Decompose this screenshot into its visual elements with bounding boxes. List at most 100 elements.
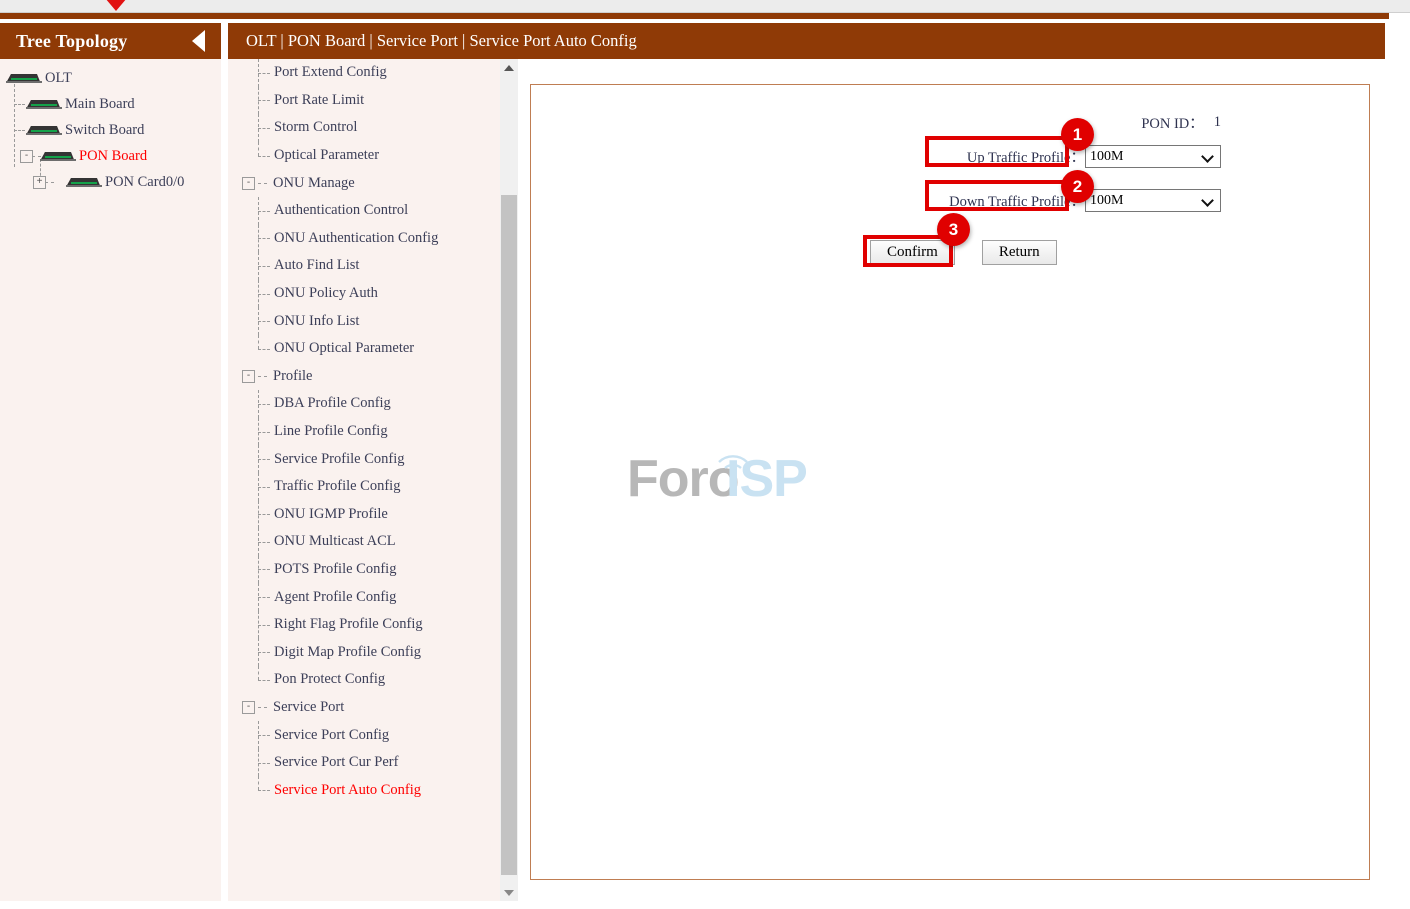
tree-node-label: OLT: [45, 69, 72, 86]
tree-connector-line: [258, 569, 270, 571]
annotation-badge-2: 2: [1061, 170, 1094, 203]
menu-item-label: Optical Parameter: [274, 147, 380, 164]
tree-topology-title: Tree Topology: [16, 30, 128, 51]
menu-item-7[interactable]: Auto Find List: [228, 252, 500, 280]
menu-item-13[interactable]: Line Profile Config: [228, 417, 500, 446]
tree-connector-line: [258, 321, 270, 323]
service-port-auto-config-form: PON ID： 1 Up Traffic Profile： 100M Down …: [530, 84, 1370, 880]
menu-item-0[interactable]: Port Extend Config: [228, 59, 500, 87]
menu-item-label: Authentication Control: [274, 202, 409, 219]
menu-item-5[interactable]: Authentication Control: [228, 196, 500, 225]
menu-item-label: Storm Control: [274, 119, 358, 136]
pon-id-row: PON ID： 1: [531, 112, 1221, 133]
menu-group-toggle[interactable]: -: [242, 700, 255, 714]
menu-item-label: ONU Policy Auth: [274, 285, 378, 302]
tree-topology-header: Tree Topology: [0, 23, 221, 59]
menu-item-label: Service Port Config: [274, 726, 390, 743]
menu-item-12[interactable]: DBA Profile Config: [228, 390, 500, 418]
menu-group-toggle[interactable]: -: [242, 369, 255, 383]
up-traffic-profile-select-wrap: 100M: [1085, 145, 1221, 168]
menu-item-26[interactable]: Service Port Auto Config: [228, 776, 500, 804]
menu-group-toggle[interactable]: -: [242, 176, 255, 190]
menu-item-17[interactable]: ONU Multicast ACL: [228, 528, 500, 556]
tree-node-olt[interactable]: OLT: [0, 65, 221, 91]
tree-connector-line: [258, 375, 267, 377]
triangle-up-icon[interactable]: [500, 59, 518, 76]
menu-item-label: DBA Profile Config: [274, 395, 391, 412]
navigation-menu-list: Port Extend Config Port Rate Limit Storm C…: [228, 59, 500, 901]
scrollbar-thumb[interactable]: [501, 195, 517, 875]
menu-group-label: Profile: [273, 367, 313, 384]
tree-node-label: Main Board: [65, 95, 135, 112]
tree-connector-line: [258, 238, 270, 240]
tree-connector-line: [258, 334, 259, 349]
menu-item-9[interactable]: ONU Info List: [228, 307, 500, 335]
menu-group-23[interactable]: - Service Port: [228, 694, 500, 722]
triangle-left-icon[interactable]: [192, 30, 205, 52]
menu-item-18[interactable]: POTS Profile Config: [228, 555, 500, 584]
menu-item-label: ONU Optical Parameter: [274, 340, 415, 357]
confirm-button[interactable]: Confirm: [870, 240, 955, 265]
device-icon: [6, 73, 42, 84]
menu-item-label: Agent Profile Config: [274, 588, 397, 605]
tree-connector-line: [258, 155, 270, 157]
menu-item-14[interactable]: Service Profile Config: [228, 445, 500, 473]
tree-node-switch-board[interactable]: Switch Board: [0, 117, 221, 143]
menu-item-10[interactable]: ONU Optical Parameter: [228, 334, 500, 363]
device-icon: [26, 125, 62, 136]
menu-item-label: ONU Info List: [274, 312, 360, 329]
menu-group-label: ONU Manage: [273, 174, 355, 191]
tree-connector-line: [258, 679, 270, 681]
top-strip: [0, 0, 1410, 13]
content-area: PON ID： 1 Up Traffic Profile： 100M Down …: [519, 59, 1410, 909]
device-icon: [66, 177, 102, 188]
menu-item-label: Port Extend Config: [274, 64, 387, 81]
tree-node-label: PON Board: [79, 147, 148, 164]
menu-item-1[interactable]: Port Rate Limit: [228, 86, 500, 115]
menu-item-8[interactable]: ONU Policy Auth: [228, 279, 500, 308]
foroisp-watermark: Foro ISP: [627, 440, 847, 520]
tree-node-pon-card[interactable]: + PON Card0/0: [0, 169, 221, 195]
menu-item-24[interactable]: Service Port Config: [228, 721, 500, 749]
menu-item-label: ONU IGMP Profile: [274, 505, 388, 522]
tree-connector-line: [258, 624, 270, 626]
menu-item-21[interactable]: Digit Map Profile Config: [228, 638, 500, 667]
menu-item-19[interactable]: Agent Profile Config: [228, 583, 500, 611]
form-actions: Confirm Return: [870, 240, 1057, 265]
tree-node-label: PON Card0/0: [105, 173, 185, 190]
menu-item-2[interactable]: Storm Control: [228, 114, 500, 142]
tree-connector-line: [258, 776, 259, 791]
menu-item-6[interactable]: ONU Authentication Config: [228, 224, 500, 253]
menu-item-label: Digit Map Profile Config: [274, 643, 422, 660]
down-traffic-profile-select-wrap: 100M: [1085, 189, 1221, 212]
tree-connector-line: [258, 459, 270, 461]
up-traffic-profile-select[interactable]: 100M: [1085, 145, 1221, 168]
triangle-down-icon[interactable]: [500, 884, 518, 901]
pon-id-label: PON ID：: [1141, 116, 1204, 132]
menu-item-20[interactable]: Right Flag Profile Config: [228, 610, 500, 639]
menu-group-label: Service Port: [273, 698, 345, 715]
menu-item-15[interactable]: Traffic Profile Config: [228, 472, 500, 501]
menu-group-11[interactable]: - Profile: [228, 363, 500, 391]
down-traffic-profile-select[interactable]: 100M: [1085, 189, 1221, 212]
menu-scrollbar[interactable]: [500, 59, 518, 901]
watermark-text-secondary: ISP: [726, 450, 807, 508]
menu-item-16[interactable]: ONU IGMP Profile: [228, 500, 500, 529]
menu-item-label: ONU Multicast ACL: [274, 533, 396, 550]
menu-item-25[interactable]: Service Port Cur Perf: [228, 748, 500, 777]
menu-item-label: Service Profile Config: [274, 450, 405, 467]
menu-item-3[interactable]: Optical Parameter: [228, 141, 500, 170]
application-root: Tree Topology OLT Main Board Switch Boar…: [0, 0, 1410, 909]
down-traffic-profile-row: Down Traffic Profile： 100M: [531, 189, 1221, 212]
tree-node-main-board[interactable]: Main Board: [0, 91, 221, 117]
menu-item-label: Port Rate Limit: [274, 91, 365, 108]
menu-item-22[interactable]: Pon Protect Config: [228, 666, 500, 694]
tree-node-label: Switch Board: [65, 121, 145, 138]
tree-connector-line: [258, 666, 259, 680]
menu-item-label: ONU Authentication Config: [274, 229, 439, 246]
tree-connector-line: [258, 652, 270, 654]
menu-group-4[interactable]: - ONU Manage: [228, 169, 500, 197]
tree-node-pon-board[interactable]: - PON Board: [0, 143, 221, 169]
menu-item-label: Service Port Auto Config: [274, 781, 422, 798]
return-button[interactable]: Return: [981, 240, 1057, 265]
